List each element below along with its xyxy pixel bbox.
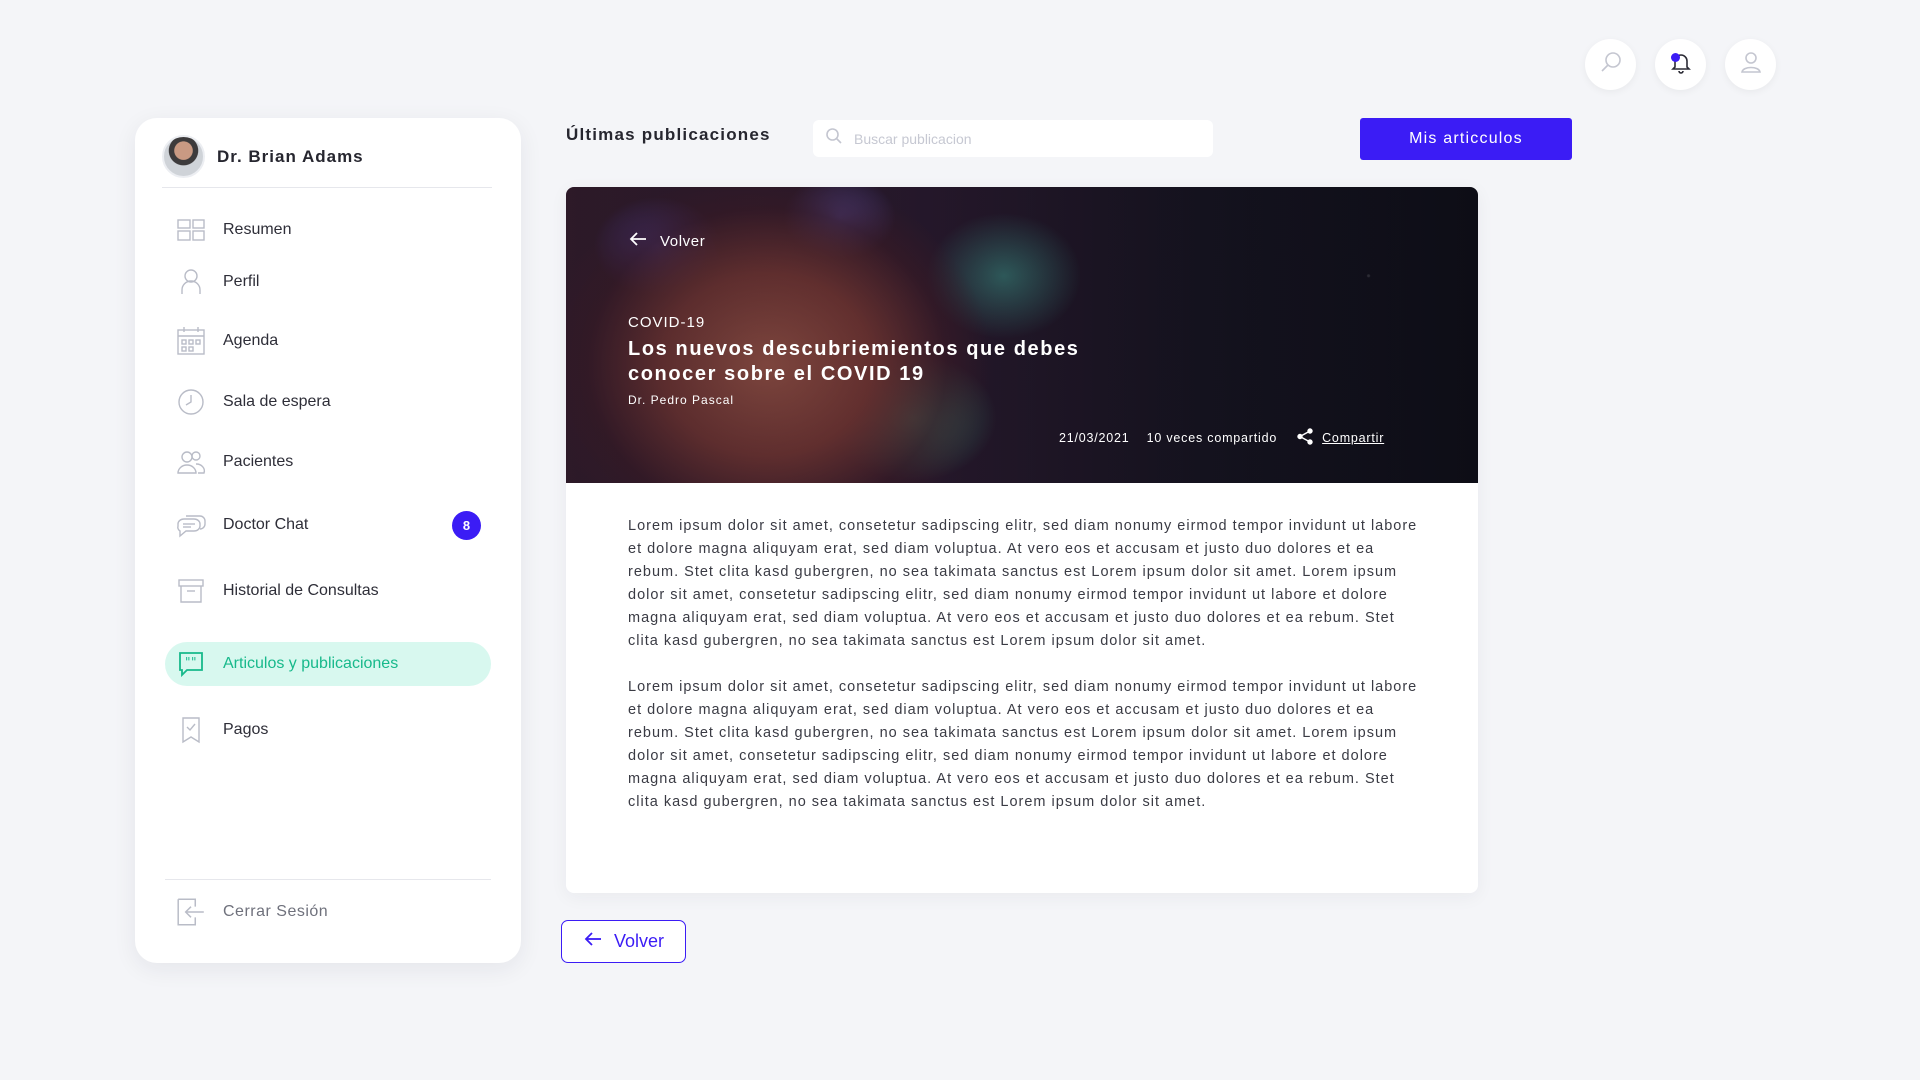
quote-icon: " " [175, 648, 207, 680]
sidebar-item-pacientes[interactable]: Pacientes [165, 440, 491, 484]
unread-badge: 8 [452, 511, 481, 540]
sidebar-item-agenda[interactable]: Agenda [165, 319, 491, 363]
search-icon [825, 127, 854, 150]
hero-back-label: Volver [660, 232, 706, 250]
back-button[interactable]: Volver [561, 920, 686, 963]
arrow-left-icon [628, 229, 660, 253]
page-title: Últimas publicaciones [566, 125, 771, 144]
hero-back-link[interactable]: Volver [628, 229, 705, 253]
sidebar-item-pagos[interactable]: Pagos [165, 708, 491, 752]
sidebar-item-sala-de-espera[interactable]: Sala de espera [165, 380, 491, 424]
calendar-icon [175, 325, 207, 357]
sidebar-item-label: Sala de espera [223, 393, 331, 410]
sidebar-item-articulos[interactable]: " " Articulos y publicaciones [165, 642, 491, 686]
doctor-name: Dr. Brian Adams [217, 146, 364, 166]
sidebar-item-label: Articulos y publicaciones [223, 655, 399, 672]
chat-icon [175, 509, 207, 541]
logout-button[interactable]: Cerrar Sesión [165, 879, 491, 943]
sidebar-item-perfil[interactable]: Perfil [165, 260, 491, 304]
sidebar-item-historial[interactable]: Historial de Consultas [165, 569, 491, 613]
my-articles-button[interactable]: Mis articculos [1360, 118, 1572, 160]
share-count: 10 veces compartido [1146, 431, 1278, 445]
search-box[interactable] [813, 120, 1213, 157]
article-tag: COVID-19 [628, 314, 706, 331]
receipt-icon [175, 714, 207, 746]
notification-dot [1671, 53, 1680, 62]
sidebar-item-label: Perfil [223, 273, 260, 290]
sidebar-item-label: Pacientes [223, 453, 294, 470]
article-hero-image: Volver COVID-19 Los nuevos descubriemien… [566, 187, 1478, 483]
sidebar-item-label: Pagos [223, 721, 269, 738]
sidebar-item-label: Doctor Chat [223, 516, 309, 533]
dashboard-icon [175, 214, 207, 246]
sidebar-item-label: Historial de Consultas [223, 582, 379, 599]
user-button[interactable] [1725, 39, 1776, 90]
header-actions [1585, 39, 1776, 90]
sidebar-item-doctor-chat[interactable]: Doctor Chat 8 [165, 503, 491, 547]
archive-icon [175, 575, 207, 607]
share-icon [1297, 428, 1322, 448]
arrow-left-icon [583, 929, 614, 954]
patients-icon [175, 446, 207, 478]
article-meta: 21/03/2021 10 veces compartido Compartir [1059, 428, 1384, 448]
article-title: Los nuevos descubriemientos que debes co… [628, 338, 1080, 385]
share-link[interactable]: Compartir [1297, 428, 1384, 448]
user-icon [1738, 49, 1764, 80]
search-icon [1598, 49, 1624, 80]
sidebar: Dr. Brian Adams Resumen Perfil Agenda Sa… [135, 118, 521, 963]
back-button-label: Volver [613, 931, 665, 951]
hero-overlay: Volver COVID-19 Los nuevos descubriemien… [566, 187, 1478, 483]
sidebar-item-label: Resumen [223, 221, 292, 238]
article-paragraph: Lorem ipsum dolor sit amet, consetetur s… [628, 518, 1418, 649]
svg-text:": " [185, 655, 191, 669]
sidebar-item-label: Agenda [223, 332, 279, 349]
person-icon [175, 266, 207, 298]
search-button[interactable] [1585, 39, 1636, 90]
sidebar-item-resumen[interactable]: Resumen [165, 208, 491, 252]
article-body: Lorem ipsum dolor sit amet, consetetur s… [628, 515, 1418, 814]
svg-text:": " [191, 655, 197, 669]
article-paragraph: Lorem ipsum dolor sit amet, consetetur s… [628, 679, 1418, 810]
article-author: Dr. Pedro Pascal [628, 393, 735, 407]
article-card: Volver COVID-19 Los nuevos descubriemien… [566, 187, 1478, 893]
logout-icon [175, 896, 207, 928]
share-label: Compartir [1322, 431, 1385, 445]
logout-label: Cerrar Sesión [223, 902, 329, 920]
article-date: 21/03/2021 [1059, 431, 1130, 445]
avatar [162, 135, 205, 178]
clock-icon [175, 386, 207, 418]
search-input[interactable] [854, 130, 1194, 147]
doctor-profile[interactable]: Dr. Brian Adams [162, 132, 492, 188]
notifications-button[interactable] [1655, 39, 1706, 90]
